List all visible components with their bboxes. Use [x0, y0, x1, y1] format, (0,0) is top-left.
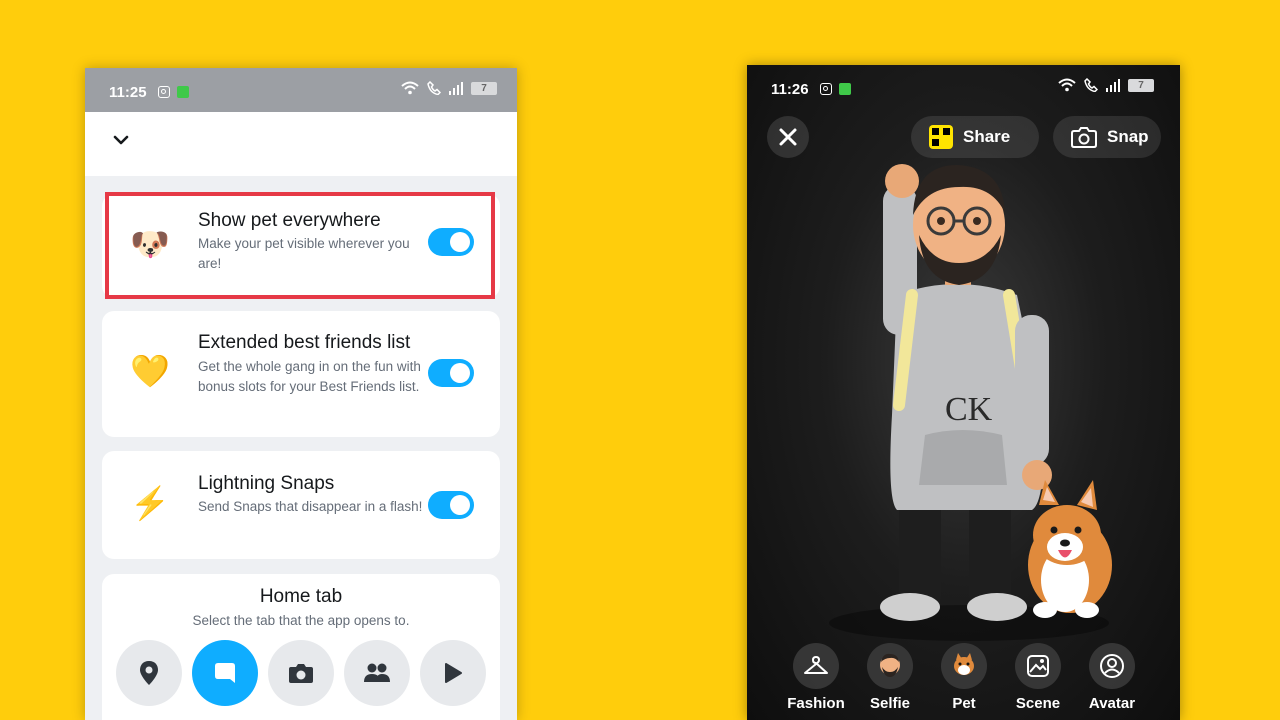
status-time: 11:26 [771, 81, 809, 98]
wifi-icon [401, 81, 419, 95]
wifi-icon [1058, 78, 1076, 92]
sheet-header [85, 112, 517, 176]
status-icons: 7 [1058, 78, 1154, 92]
avatar-settings-icon [1089, 643, 1135, 689]
hanger-icon [793, 643, 839, 689]
nav-label: Fashion [787, 695, 845, 712]
nav-label: Avatar [1088, 695, 1136, 712]
setting-lightning-snaps: ⚡ Lightning Snaps Send Snaps that disapp… [102, 451, 500, 559]
nav-fashion[interactable]: Fashion [779, 643, 853, 712]
close-icon [779, 128, 797, 146]
setting-description: Get the whole gang in on the fun with bo… [198, 359, 421, 394]
show-pet-toggle[interactable] [428, 228, 474, 256]
signal-icon [449, 81, 463, 95]
battery-indicator: 7 [1128, 78, 1154, 92]
pet-corgi-icon [941, 643, 987, 689]
tab-option-chat[interactable] [192, 640, 258, 706]
play-icon [445, 663, 462, 683]
home-tab-card: Home tab Select the tab that the app ope… [102, 574, 500, 720]
nav-avatar[interactable]: Avatar [1075, 643, 1149, 712]
setting-extended-best-friends: 💛 Extended best friends list Get the who… [102, 311, 500, 437]
call-icon [427, 81, 441, 95]
scene-image-icon [1015, 643, 1061, 689]
svg-text:CK: CK [945, 391, 993, 428]
instagram-notification-icon [820, 83, 832, 95]
snap-label: Snap [1107, 127, 1149, 146]
friends-icon [364, 663, 390, 682]
app-notification-icon [839, 83, 851, 95]
home-tab-options [116, 640, 486, 706]
tab-option-camera[interactable] [268, 640, 334, 706]
avatar-pet-screen: 11:26 7 CK Share Snap Fashion Selfie Pet… [747, 65, 1180, 720]
status-bar: 11:25 7 [85, 68, 517, 112]
snap-button[interactable]: Snap [1053, 116, 1161, 158]
home-tab-subtitle: Select the tab that the app opens to. [192, 613, 410, 628]
nav-label: Scene [1015, 695, 1061, 712]
map-pin-icon [140, 661, 158, 685]
chevron-down-icon[interactable] [113, 132, 129, 148]
extended-best-friends-toggle[interactable] [428, 359, 474, 387]
snapcode-icon [929, 125, 953, 149]
status-bar: 11:26 7 [747, 65, 1180, 109]
instagram-notification-icon [158, 86, 170, 98]
nav-label: Selfie [869, 695, 911, 712]
avatar-scene: CK [829, 164, 1112, 641]
lightning-snaps-toggle[interactable] [428, 491, 474, 519]
nav-pet[interactable]: Pet [927, 643, 1001, 712]
home-tab-title: Home tab [259, 586, 343, 607]
settings-screen: 11:25 7 🐶 Show pet everywhere Make your … [85, 68, 517, 720]
signal-icon [1106, 78, 1120, 92]
share-label: Share [963, 127, 1011, 146]
nav-label: Pet [952, 695, 976, 712]
nav-scene[interactable]: Scene [1001, 643, 1075, 712]
status-icons: 7 [401, 81, 497, 95]
camera-icon [289, 664, 313, 683]
corgi-icon: 🐶 [130, 226, 170, 262]
chat-icon [215, 663, 235, 683]
setting-description: Send Snaps that disappear in a flash! [198, 499, 423, 514]
nav-selfie[interactable]: Selfie [853, 643, 927, 712]
tab-option-map[interactable] [116, 640, 182, 706]
camera-icon [1071, 127, 1097, 148]
avatar-bottom-nav: Fashion Selfie Pet Scene Avatar [779, 643, 1169, 712]
setting-title: Extended best friends list [198, 332, 411, 353]
close-button[interactable] [767, 116, 809, 158]
setting-title: Lightning Snaps [198, 473, 335, 494]
app-notification-icon [177, 86, 189, 98]
yellow-heart-icon: 💛 [130, 353, 170, 389]
tab-option-stories[interactable] [344, 640, 410, 706]
battery-indicator: 7 [471, 81, 497, 95]
share-button[interactable]: Share [911, 116, 1039, 158]
selfie-avatar-icon [867, 643, 913, 689]
setting-title: Show pet everywhere [198, 210, 381, 231]
lightning-icon: ⚡ [130, 485, 170, 521]
tab-option-spotlight[interactable] [420, 640, 486, 706]
setting-description: Make your pet visible wherever you are! [198, 236, 410, 271]
call-icon [1084, 78, 1098, 92]
status-time: 11:25 [109, 84, 147, 101]
corgi-pet [1028, 480, 1112, 618]
setting-show-pet: 🐶 Show pet everywhere Make your pet visi… [102, 194, 500, 298]
